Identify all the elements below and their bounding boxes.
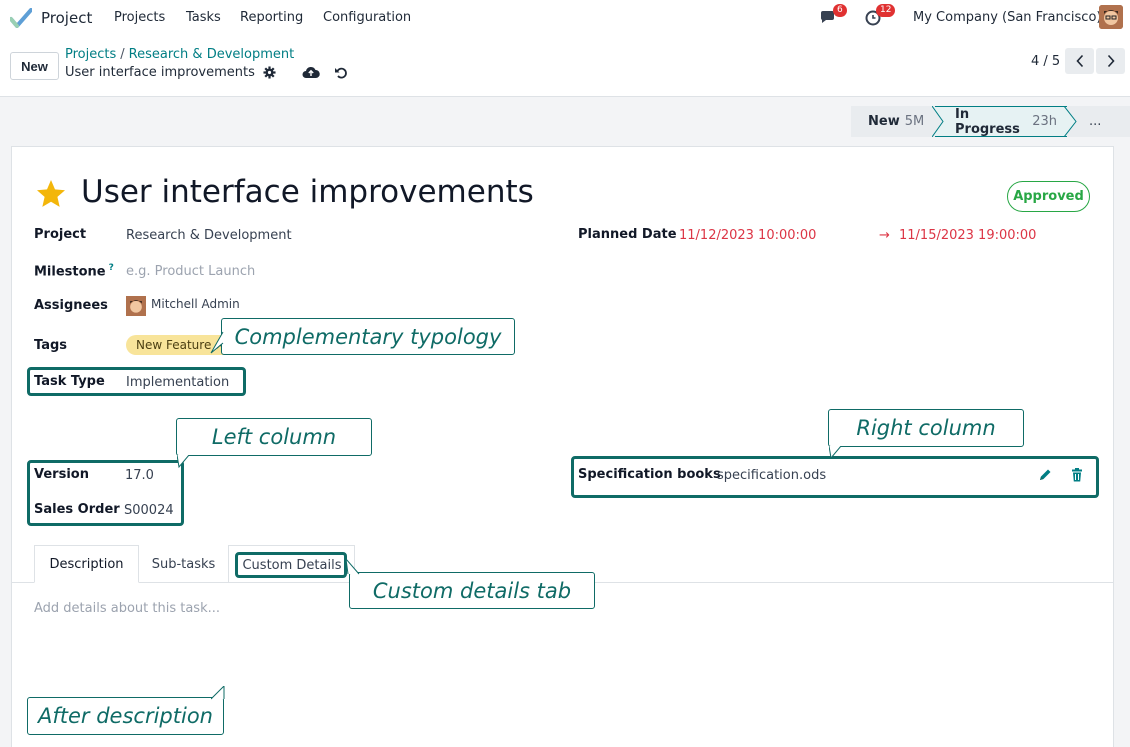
sales-order-label: Sales Order: [34, 502, 120, 517]
cloud-upload-icon[interactable]: [302, 66, 320, 80]
callout-pointer: [346, 559, 360, 575]
control-panel: New Projects / Research & Development User…: [0, 36, 1130, 97]
activities-button[interactable]: 12: [864, 4, 896, 30]
breadcrumb-project[interactable]: Research & Development: [129, 47, 295, 62]
stage-name: In Progress: [955, 106, 1020, 137]
user-face-icon: [126, 296, 146, 316]
callout-text: Left column: [211, 425, 337, 449]
pencil-icon[interactable]: [1037, 467, 1053, 483]
stage-statusbar: New 5M In Progress 23h ...: [851, 106, 1130, 137]
assignees-label: Assignees: [34, 298, 108, 313]
project-field[interactable]: Research & Development: [126, 228, 292, 243]
pager-next-button[interactable]: [1096, 48, 1125, 74]
description-editor[interactable]: Add details about this task...: [34, 601, 220, 616]
breadcrumb: Projects / Research & Development: [65, 47, 295, 62]
stage-duration: 23h: [1032, 114, 1057, 129]
stage-new[interactable]: New 5M: [851, 106, 935, 137]
sales-order-field[interactable]: S00024: [124, 503, 174, 518]
menu-configuration[interactable]: Configuration: [323, 10, 411, 25]
stage-arrow: [932, 106, 944, 137]
trash-icon[interactable]: [1069, 467, 1085, 483]
tags-label: Tags: [34, 338, 68, 353]
callout-left-column: Left column: [176, 418, 372, 469]
app-name[interactable]: Project: [41, 9, 92, 27]
help-icon[interactable]: ?: [109, 263, 114, 273]
callout-pointer: [210, 331, 224, 354]
pager-previous-button[interactable]: [1065, 48, 1094, 74]
project-app-icon[interactable]: [10, 8, 32, 28]
planned-date-label: Planned Date: [578, 227, 677, 242]
planned-start-field[interactable]: 11/12/2023 10:00:00: [679, 228, 816, 243]
task-type-label: Task Type: [34, 374, 105, 389]
record-name-line: User interface improvements: [65, 65, 348, 80]
assignee-name[interactable]: Mitchell Admin: [151, 297, 240, 311]
tab-sub-tasks[interactable]: Sub-tasks: [139, 545, 228, 583]
status-badge[interactable]: Approved: [1007, 181, 1090, 212]
callout-complementary-typology: Complementary typology: [210, 318, 515, 355]
version-field[interactable]: 17.0: [125, 468, 154, 483]
priority-star-icon[interactable]: [34, 178, 68, 210]
new-button[interactable]: New: [10, 52, 59, 80]
date-arrow-icon: →: [879, 228, 890, 243]
specification-file[interactable]: specification.ods: [717, 468, 826, 483]
menu-projects[interactable]: Projects: [114, 10, 165, 25]
project-label: Project: [34, 227, 87, 242]
top-navbar: Project Projects Tasks Reporting Configu…: [0, 0, 1130, 36]
callout-text: Complementary typology: [234, 324, 502, 349]
milestone-field[interactable]: e.g. Product Launch: [126, 264, 255, 279]
callout-pointer: [211, 686, 225, 700]
user-avatar[interactable]: [1099, 5, 1123, 29]
callout-custom-details-tab: Custom details tab: [346, 559, 595, 609]
discard-icon[interactable]: [334, 66, 348, 80]
messages-button[interactable]: 6: [819, 4, 847, 30]
company-switcher[interactable]: My Company (San Francisco): [913, 10, 1101, 25]
tab-custom-details[interactable]: Custom Details: [240, 555, 344, 575]
record-name: User interface improvements: [65, 65, 255, 80]
callout-text: After description: [38, 704, 213, 728]
task-type-field[interactable]: Implementation: [126, 375, 229, 390]
callout-text: Custom details tab: [372, 578, 572, 603]
pager-value[interactable]: 4 / 5: [1031, 54, 1060, 69]
stage-arrow: [1064, 106, 1077, 137]
milestone-label: Milestone?: [34, 263, 114, 280]
callout-right-column: Right column: [828, 409, 1024, 460]
messages-badge: 6: [833, 4, 847, 17]
user-face-icon: [1099, 5, 1123, 29]
menu-reporting[interactable]: Reporting: [240, 10, 303, 25]
stage-in-progress[interactable]: In Progress 23h: [935, 106, 1067, 137]
planned-end-field[interactable]: 11/15/2023 19:00:00: [899, 228, 1036, 243]
stage-name: New: [868, 114, 900, 129]
callout-pointer: [829, 446, 842, 460]
callout-text: Right column: [856, 416, 996, 440]
activities-badge: 12: [876, 4, 896, 17]
stage-duration: 5M: [904, 114, 925, 129]
breadcrumb-projects[interactable]: Projects: [65, 47, 116, 62]
assignee-avatar: [126, 296, 146, 316]
callout-after-description: After description: [27, 686, 225, 735]
chevron-left-icon: [1075, 54, 1083, 68]
menu-tasks[interactable]: Tasks: [186, 10, 221, 25]
callout-pointer: [177, 455, 190, 469]
tab-description[interactable]: Description: [34, 545, 139, 583]
chevron-right-icon: [1107, 54, 1115, 68]
version-label: Version: [34, 467, 89, 482]
stage-name: ...: [1089, 114, 1102, 129]
specification-label: Specification books: [578, 467, 721, 482]
task-title[interactable]: User interface improvements: [81, 174, 534, 210]
gear-icon[interactable]: [263, 66, 276, 79]
